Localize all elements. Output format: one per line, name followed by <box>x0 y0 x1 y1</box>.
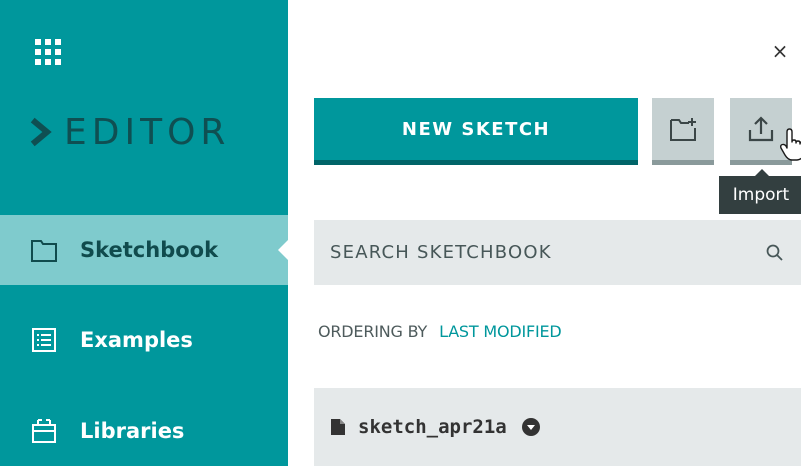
sidebar-item-label: Libraries <box>80 419 185 443</box>
upload-icon <box>748 116 774 142</box>
ordering-control: ORDERING BY LAST MODIFIED <box>318 322 562 341</box>
sidebar-item-label: Examples <box>80 328 193 352</box>
new-sketch-button[interactable]: NEW SKETCH <box>314 98 638 165</box>
ordering-label: ORDERING BY <box>318 322 428 341</box>
new-folder-button[interactable] <box>652 98 714 165</box>
library-icon <box>30 417 58 445</box>
chevron-right-icon <box>30 117 52 147</box>
sketchbook-panel: × NEW SKETCH Import ORDERING BY LAST MOD… <box>288 0 801 466</box>
sidebar-item-libraries[interactable]: Libraries <box>0 396 288 466</box>
ordering-value-link[interactable]: LAST MODIFIED <box>439 322 562 341</box>
search-bar <box>314 220 801 285</box>
brand-logo: EDITOR <box>30 108 230 156</box>
new-folder-icon <box>670 118 696 141</box>
apps-grid-icon[interactable] <box>33 37 63 67</box>
active-indicator <box>278 240 288 260</box>
sidebar: EDITOR Sketchbook Examples Libraries <box>0 0 288 466</box>
sketch-name: sketch_apr21a <box>358 416 507 438</box>
file-icon <box>331 419 345 435</box>
brand-title: EDITOR <box>64 111 231 153</box>
list-icon <box>30 326 58 354</box>
sidebar-item-examples[interactable]: Examples <box>0 305 288 375</box>
sidebar-item-sketchbook[interactable]: Sketchbook <box>0 215 288 285</box>
sidebar-item-label: Sketchbook <box>80 238 219 262</box>
chevron-down-icon[interactable] <box>521 417 541 437</box>
list-item[interactable]: sketch_apr21a <box>314 388 801 466</box>
search-icon[interactable] <box>765 243 785 263</box>
folder-icon <box>30 236 58 264</box>
import-tooltip: Import <box>719 169 801 214</box>
import-button[interactable] <box>730 98 792 165</box>
search-input[interactable] <box>330 242 710 263</box>
close-button[interactable]: × <box>769 40 791 62</box>
